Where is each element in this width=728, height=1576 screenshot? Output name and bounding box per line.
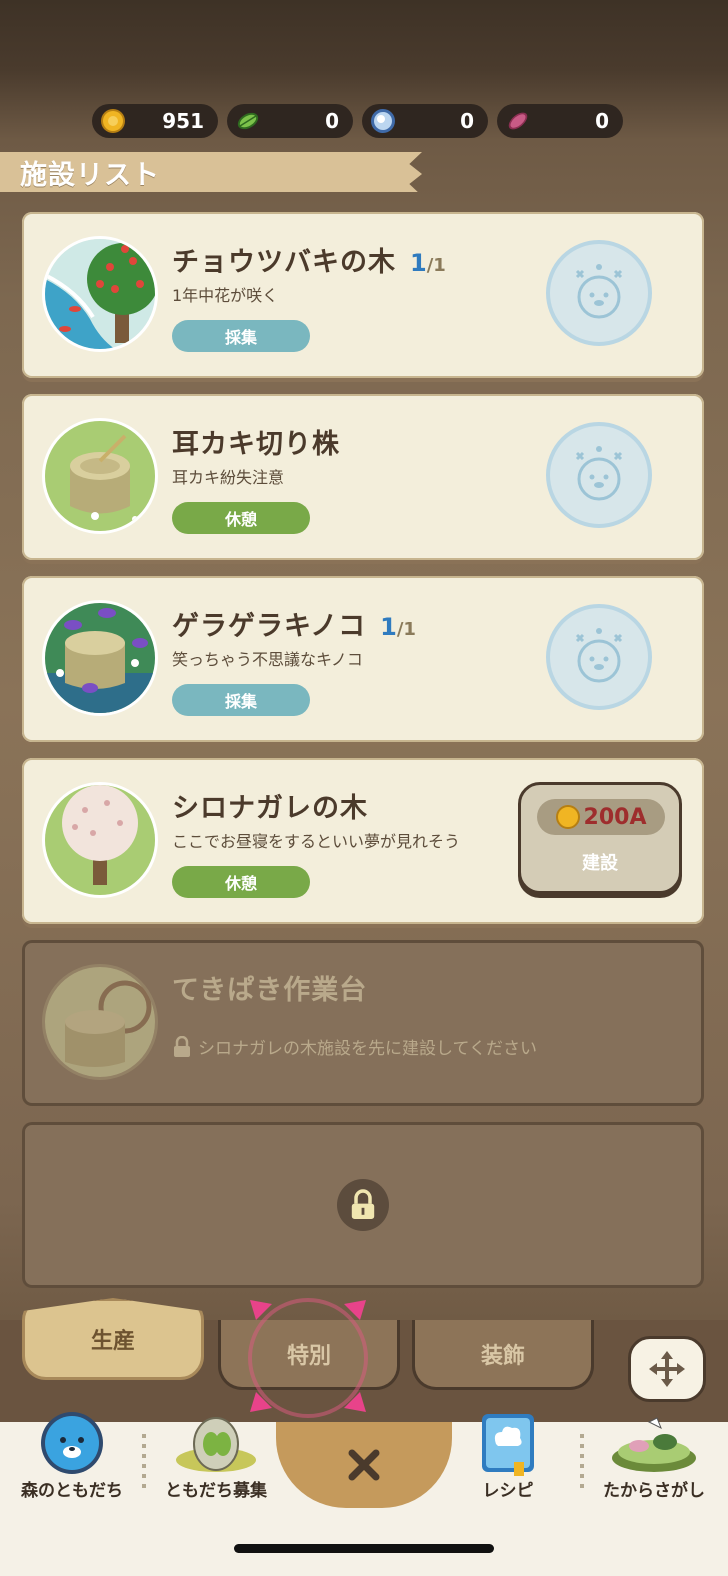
lock-icon bbox=[174, 1035, 190, 1057]
potato-amount: 0 bbox=[595, 109, 609, 133]
facility-description: ここでお昼寝をするといい夢が見れそう bbox=[172, 832, 461, 851]
facility-title: シロナガレの木 bbox=[172, 793, 368, 824]
facility-title: チョウツバキの木 bbox=[172, 247, 396, 278]
pointer-arrow-icon bbox=[250, 1300, 272, 1320]
rest-status-button[interactable]: 休憩 bbox=[172, 502, 310, 534]
facility-description: 1年中花が咲く bbox=[172, 286, 279, 305]
leaf-amount: 0 bbox=[325, 109, 339, 133]
gold-coin-icon bbox=[101, 109, 125, 133]
page-title: 施設リスト bbox=[20, 159, 160, 191]
facility-description: 耳カキ紛失注意 bbox=[172, 468, 285, 487]
pointer-arrow-icon bbox=[344, 1300, 366, 1320]
facility-title: ゲラゲラキノコ bbox=[172, 611, 367, 642]
lock-icon bbox=[337, 1179, 389, 1231]
workbench-icon bbox=[42, 964, 158, 1080]
collect-status-button[interactable]: 採集 bbox=[172, 684, 310, 716]
collect-status-button[interactable]: 採集 bbox=[172, 320, 310, 352]
facility-card-camellia-tree[interactable]: チョウツバキの木 1/1 1年中花が咲く 採集 bbox=[22, 212, 704, 378]
facility-card-locked-workbench[interactable]: てきぱき作業台 シロナガレの木施設を先に建設してください bbox=[22, 940, 704, 1106]
close-icon bbox=[348, 1449, 380, 1481]
build-cost: 200A bbox=[537, 799, 665, 835]
nav-label: 森のともだち bbox=[21, 1481, 123, 1501]
move-arrows-icon bbox=[649, 1351, 685, 1387]
otter-stamp-icon bbox=[546, 240, 652, 346]
gold-coin-icon bbox=[555, 805, 580, 829]
nav-label: ともだち募集 bbox=[165, 1481, 267, 1501]
pearl-currency: 0 bbox=[362, 104, 488, 138]
nav-label: たからさがし bbox=[603, 1481, 705, 1501]
white-tree-icon bbox=[42, 782, 158, 898]
leaf-currency: 0 bbox=[227, 104, 353, 138]
facility-list-header: 施設リスト bbox=[0, 152, 422, 192]
tab-decoration[interactable]: 装飾 bbox=[412, 1320, 594, 1390]
gold-currency: 951 bbox=[92, 104, 218, 138]
facility-count: 1/1 bbox=[380, 613, 416, 641]
camellia-tree-icon bbox=[42, 236, 158, 352]
recipe-book-icon bbox=[482, 1414, 534, 1476]
otter-stamp-icon bbox=[546, 604, 652, 710]
purple-mushroom-icon bbox=[42, 600, 158, 716]
facility-card-mushroom[interactable]: ゲラゲラキノコ 1/1 笑っちゃう不思議なキノコ 採集 bbox=[22, 576, 704, 742]
move-button[interactable] bbox=[628, 1336, 706, 1402]
build-label: 建設 bbox=[582, 853, 618, 874]
home-indicator bbox=[234, 1544, 494, 1553]
potato-currency: 0 bbox=[497, 104, 623, 138]
leaf-icon bbox=[237, 112, 259, 130]
gold-amount: 951 bbox=[162, 109, 204, 133]
rest-status-button[interactable]: 休憩 bbox=[172, 866, 310, 898]
facility-title: 耳カキ切り株 bbox=[172, 429, 340, 460]
facility-title: てきぱき作業台 bbox=[172, 975, 368, 1006]
facility-count: 1/1 bbox=[410, 249, 446, 277]
build-button[interactable]: 200A 建設 bbox=[518, 782, 682, 894]
pearl-amount: 0 bbox=[460, 109, 474, 133]
currency-bar: 951 0 0 0 bbox=[92, 104, 623, 138]
tab-production[interactable]: 生産 bbox=[22, 1298, 204, 1380]
facility-list[interactable]: チョウツバキの木 1/1 1年中花が咲く 採集 耳カキ切り株 耳カキ紛失注意 休… bbox=[22, 212, 704, 1304]
facility-description: 笑っちゃう不思議なキノコ bbox=[172, 650, 363, 669]
facility-card-stump[interactable]: 耳カキ切り株 耳カキ紛失注意 休憩 bbox=[22, 394, 704, 560]
otter-stamp-icon bbox=[546, 422, 652, 528]
nav-label: レシピ bbox=[482, 1481, 534, 1501]
facility-card-white-tree[interactable]: シロナガレの木 ここでお昼寝をするといい夢が見れそう 休憩 200A 建設 bbox=[22, 758, 704, 924]
close-menu-button[interactable] bbox=[276, 1422, 452, 1508]
sweet-potato-icon bbox=[508, 112, 528, 130]
build-cost-amount: 200A bbox=[583, 804, 647, 830]
pointer-arrow-icon bbox=[344, 1392, 366, 1412]
otter-face-icon bbox=[41, 1412, 103, 1474]
locked-slot bbox=[22, 1122, 704, 1288]
pearl-shell-icon bbox=[371, 109, 395, 133]
unlock-requirement-text: シロナガレの木施設を先に建設してください bbox=[198, 1039, 537, 1059]
leaf-basket-icon bbox=[176, 1417, 256, 1472]
unlock-requirement: シロナガレの木施設を先に建設してください bbox=[172, 1034, 537, 1059]
tree-stump-icon bbox=[42, 418, 158, 534]
treasure-island-icon bbox=[612, 1417, 696, 1472]
